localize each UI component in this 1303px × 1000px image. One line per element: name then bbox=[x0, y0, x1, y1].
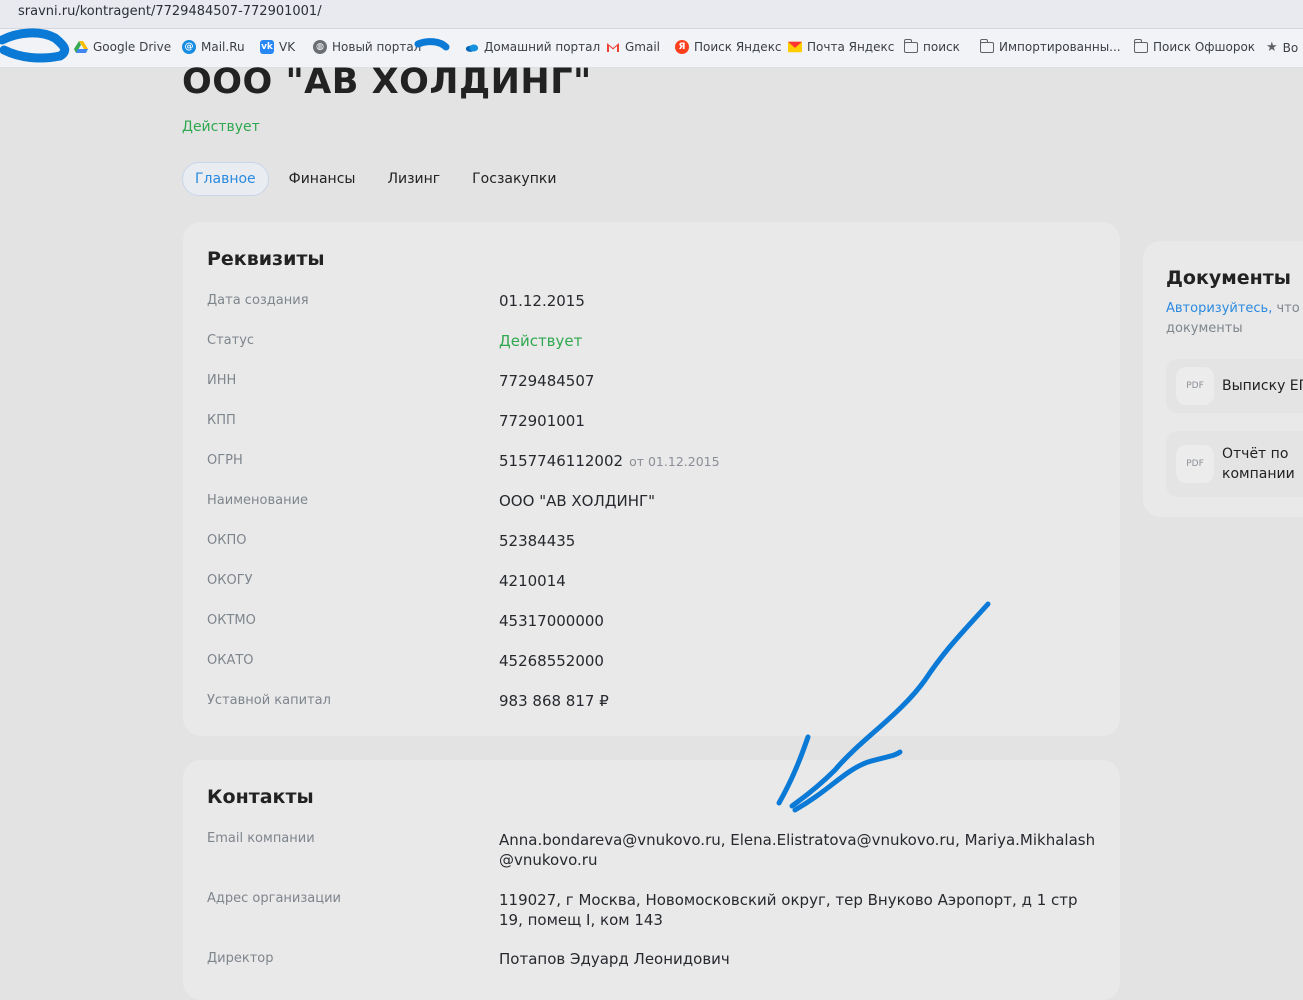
row-value: 4210014 bbox=[499, 572, 566, 590]
yandex-icon: Я bbox=[675, 40, 689, 54]
row-label: КПП bbox=[207, 413, 236, 428]
auth-hint-line2: документы bbox=[1166, 321, 1243, 336]
row-label: Наименование bbox=[207, 493, 309, 508]
auth-hint: Авторизуйтесь, что документы bbox=[1166, 299, 1303, 339]
bookmark-folder-search[interactable]: поиск bbox=[903, 38, 960, 54]
bookmark-vk[interactable]: vk VK bbox=[260, 40, 295, 54]
folder-icon bbox=[903, 38, 918, 53]
row-value: 01.12.2015 bbox=[499, 292, 585, 310]
row-label: Уставной капитал bbox=[207, 693, 331, 708]
row-label: ОКПО bbox=[207, 533, 247, 548]
bookmark-yandex-search[interactable]: Я Поиск Яндекс bbox=[675, 40, 782, 54]
director-value: Потапов Эдуард Леонидович bbox=[499, 950, 730, 968]
tab-bar: Главное Финансы Лизинг Госзакупки bbox=[182, 162, 568, 196]
bookmark-label: Во bbox=[1282, 40, 1299, 55]
row-label: Директор bbox=[207, 951, 274, 966]
row-value-sub: от 01.12.2015 bbox=[629, 454, 720, 469]
contacts-title: Контакты bbox=[207, 786, 314, 808]
row-value-group: 5157746112002 от 01.12.2015 bbox=[499, 452, 720, 470]
bookmark-label: поиск bbox=[923, 40, 960, 54]
yandex-mail-icon bbox=[788, 40, 802, 54]
auth-link[interactable]: Авторизуйтесь, bbox=[1166, 301, 1272, 316]
tab-main[interactable]: Главное bbox=[182, 162, 269, 196]
row-label: ОГРН bbox=[207, 453, 243, 468]
bookmark-label: VK bbox=[279, 40, 296, 54]
bookmark-google-drive[interactable]: Google Drive bbox=[74, 40, 171, 54]
document-report[interactable]: PDF Отчёт по компании bbox=[1166, 431, 1303, 497]
row-label: ОКОГУ bbox=[207, 573, 253, 588]
row-label: Адрес организации bbox=[207, 891, 341, 906]
pdf-icon: PDF bbox=[1176, 367, 1214, 405]
url-text[interactable]: sravni.ru/kontragent/7729484507-77290100… bbox=[18, 4, 322, 19]
folder-icon bbox=[1133, 38, 1148, 53]
row-label: Статус bbox=[207, 333, 255, 348]
tab-procurement[interactable]: Госзакупки bbox=[460, 162, 568, 196]
document-egrul[interactable]: PDF Выписку ЕГ bbox=[1166, 359, 1303, 413]
bookmark-label: Домашний портал bbox=[484, 40, 601, 54]
contacts-card: Контакты Email компании Anna.bondareva@v… bbox=[183, 760, 1120, 1000]
tab-finance[interactable]: Финансы bbox=[277, 162, 368, 196]
row-label: Email компании bbox=[207, 831, 315, 846]
bookmark-mailru[interactable]: @ Mail.Ru bbox=[182, 40, 245, 54]
document-label: Отчёт по компании bbox=[1222, 446, 1295, 482]
bookmark-label: Поиск Яндекс bbox=[694, 40, 782, 54]
email-value: Anna.bondareva@vnukovo.ru, Elena.Elistra… bbox=[499, 831, 1096, 869]
row-value: 772901001 bbox=[499, 412, 585, 430]
documents-title: Документы bbox=[1166, 267, 1291, 289]
globe-icon: ◍ bbox=[313, 40, 327, 54]
bookmark-new-portal[interactable]: ◍ Новый портал bbox=[313, 40, 421, 54]
bookmark-label: Импортированны... bbox=[999, 40, 1121, 54]
document-label: Выписку ЕГ bbox=[1222, 378, 1303, 394]
row-value: 983 868 817 ₽ bbox=[499, 692, 609, 710]
address-value: 119027, г Москва, Новомосковский округ, … bbox=[499, 891, 1078, 929]
pdf-icon: PDF bbox=[1176, 445, 1214, 483]
bookmark-gmail[interactable]: Gmail bbox=[606, 40, 660, 54]
row-value: 45268552000 bbox=[499, 652, 604, 670]
bookmark-folder-offshore[interactable]: Поиск Офшорок bbox=[1133, 38, 1256, 54]
row-value: 52384435 bbox=[499, 532, 576, 550]
bookmark-label: Gmail bbox=[625, 40, 661, 54]
bookmark-label: Mail.Ru bbox=[201, 40, 245, 54]
folder-icon bbox=[979, 38, 994, 53]
address-bar[interactable]: sravni.ru/kontragent/7729484507-77290100… bbox=[0, 0, 1303, 29]
auth-hint-rest: что bbox=[1276, 301, 1300, 316]
bookmark-other[interactable]: ★ Во bbox=[1266, 40, 1298, 55]
row-value: 45317000000 bbox=[499, 612, 604, 630]
row-value: 7729484507 bbox=[499, 372, 595, 390]
google-drive-icon bbox=[74, 40, 88, 54]
vk-icon: vk bbox=[260, 40, 274, 54]
row-label: ИНН bbox=[207, 373, 237, 388]
bookmark-label: Почта Яндекс bbox=[807, 40, 895, 54]
tab-leasing[interactable]: Лизинг bbox=[375, 162, 452, 196]
documents-card: Документы Авторизуйтесь, что документы P… bbox=[1143, 241, 1303, 517]
row-label: ОКАТО bbox=[207, 653, 254, 668]
mailru-icon: @ bbox=[182, 40, 196, 54]
company-status: Действует bbox=[182, 119, 260, 135]
row-label: Дата создания bbox=[207, 293, 309, 308]
company-title: ООО "АВ ХОЛДИНГ" bbox=[182, 62, 592, 102]
bookmark-label: Новый портал bbox=[332, 40, 422, 54]
bookmark-label: Google Drive bbox=[93, 40, 172, 54]
bookmark-yandex-mail[interactable]: Почта Яндекс bbox=[788, 40, 894, 54]
requisites-card: Реквизиты Дата создания 01.12.2015 Стату… bbox=[183, 222, 1120, 736]
requisites-title: Реквизиты bbox=[207, 248, 325, 270]
row-value: ООО "АВ ХОЛДИНГ" bbox=[499, 492, 656, 510]
gmail-icon bbox=[606, 40, 620, 54]
row-label: ОКТМО bbox=[207, 613, 256, 628]
star-icon: ★ bbox=[1266, 40, 1278, 55]
bookmark-home-portal[interactable]: Домашний портал bbox=[465, 40, 600, 54]
row-value: 5157746112002 bbox=[499, 452, 624, 470]
row-value: Действует bbox=[499, 332, 583, 350]
cloud-icon bbox=[465, 40, 479, 54]
bookmark-label: Поиск Офшорок bbox=[1153, 40, 1256, 54]
bookmark-folder-imported[interactable]: Импортированны... bbox=[979, 38, 1121, 54]
